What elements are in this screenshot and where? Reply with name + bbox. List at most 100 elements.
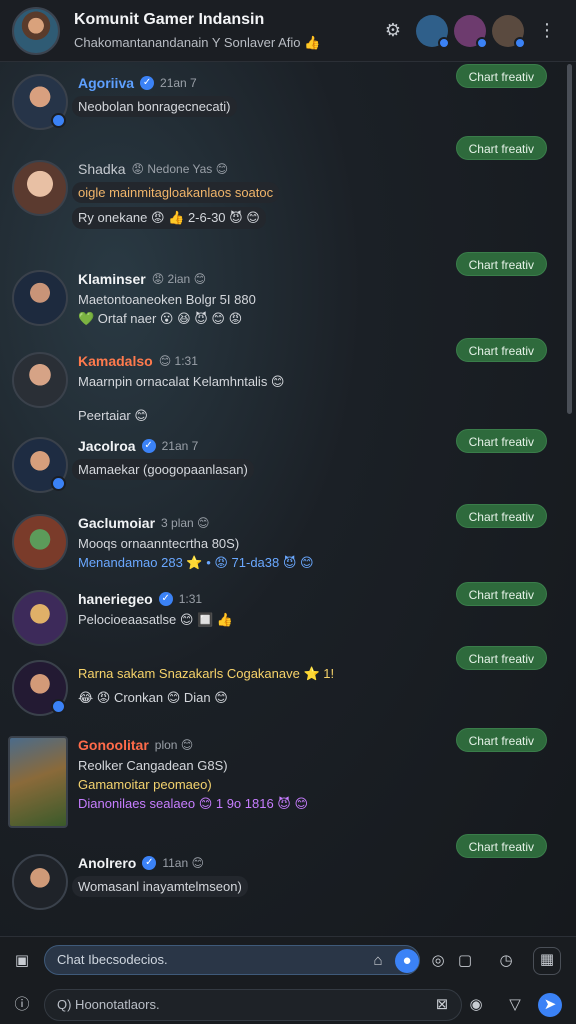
username[interactable]: Agoriiva (78, 75, 134, 91)
user-avatar[interactable] (12, 660, 68, 716)
user-avatar[interactable] (12, 854, 68, 910)
group-subtitle: Chakomantanandanain Y Sonlaver Afio 👍 (74, 34, 321, 50)
timestamp: 😡 Nedone Yas 😊 (131, 162, 229, 176)
online-badge-icon (476, 36, 488, 49)
message-content: Klaminser 😡 2ian 😊 Maetontoaneoken Bolgr… (78, 270, 448, 327)
camera-icon[interactable]: ⌂ (366, 949, 390, 973)
member-avatar-2[interactable] (454, 14, 488, 49)
username[interactable]: Gaclumoiar (78, 515, 155, 531)
chat-creative-button[interactable]: Chart freativ (455, 728, 547, 752)
more-options-icon[interactable]: ⋮ (530, 14, 564, 48)
chat-creative-button[interactable]: Chart freativ (455, 338, 547, 362)
timestamp: 😡 2ian 😊 (151, 272, 207, 286)
username[interactable]: haneriegeo (78, 591, 153, 607)
message-content: Gonoolitar plon 😊 Reolker Cangadean G8S)… (78, 736, 448, 812)
message-header: Anolrero ✓ 11an 😊 (78, 854, 448, 872)
message-content: Jacolroa ✓ 21an 7 Mamaekar (googopaanlas… (72, 437, 448, 480)
attach-icon[interactable]: ▣ (10, 949, 34, 973)
message-content: Rarna sakam Snazakarls Cogakanave ⭐ 1! 😂… (78, 660, 448, 706)
message-header: Gonoolitar plon 😊 (78, 736, 448, 754)
message-item: Gonoolitar plon 😊 Reolker Cangadean G8S)… (8, 728, 562, 836)
message-header: haneriegeo ✓ 1:31 (78, 590, 448, 608)
message-text: Dianonilaes sealaeo 😊 1 9o 1816 😈 😊 (78, 796, 309, 811)
message-text: oigle mainmitagloakanlaos soatoc (72, 182, 280, 203)
message-content: haneriegeo ✓ 1:31 Pelocioeaasatlse 😊 🔲 👍 (78, 590, 448, 628)
message-item: Klaminser 😡 2ian 😊 Maetontoaneoken Bolgr… (12, 252, 562, 340)
chat-creative-button[interactable]: Chart freativ (455, 834, 547, 858)
message-content: Anolrero ✓ 11an 😊 Womasanl inayamtelmseo… (72, 854, 448, 897)
message-text: Ry onekane 😡 👍 2-6-30 😈 😊 (72, 207, 266, 229)
message-text: Womasanl inayamtelmseon) (72, 876, 248, 897)
user-avatar[interactable] (8, 736, 68, 828)
timestamp: plon 😊 (154, 738, 194, 752)
filter-icon[interactable]: ▽ (503, 993, 527, 1017)
message-item: Kamadalso 😊 1:31 Maarnpin ornacalat Kela… (12, 338, 562, 432)
message-text: Neobolan bonragecnecati) (72, 96, 237, 117)
message-item: Rarna sakam Snazakarls Cogakanave ⭐ 1! 😂… (12, 646, 562, 720)
message-text: Mooqs ornaanntecrtha 80S) (78, 536, 240, 551)
user-avatar[interactable] (12, 270, 68, 326)
username[interactable]: Anolrero (78, 855, 136, 871)
message-text: Gamamoitar peomaeo) (78, 777, 212, 792)
user-avatar[interactable] (12, 352, 68, 408)
member-avatar-1[interactable] (416, 14, 450, 49)
verified-icon: ✓ (140, 76, 155, 90)
verified-badge-icon (51, 476, 66, 491)
search-input[interactable]: Q) Hoonotatlaors. (44, 989, 462, 1021)
chat-creative-button[interactable]: Chart freativ (455, 429, 547, 453)
chat-creative-button[interactable]: Chart freativ (455, 582, 547, 606)
group-title: Komunit Gamer Indansin (74, 10, 265, 28)
message-header: Shadka 😡 Nedone Yas 😊 (78, 160, 448, 178)
message-input[interactable]: Chat Ibecsodecios. (44, 945, 420, 975)
username[interactable]: Kamadalso (78, 353, 153, 369)
message-content: Gaclumoiar 3 plan 😊 Mooqs ornaanntecrtha… (78, 514, 448, 571)
chat-creative-button[interactable]: Chart freativ (455, 252, 547, 276)
info-icon[interactable]: ⓘ (10, 993, 34, 1017)
composer: ▣ Chat Ibecsodecios. ⌂ ● ◎ ▢ ◷ ▦ ⓘ Q) Ho… (0, 936, 576, 1024)
timestamp: 1:31 (178, 592, 203, 606)
username[interactable]: Klaminser (78, 271, 146, 287)
message-text: Reolker Cangadean G8S) (78, 758, 228, 773)
sticker-icon[interactable]: ▢ (453, 949, 477, 973)
header-titles: Komunit Gamer Indansin Chakomantanandana… (74, 11, 376, 51)
timer-icon[interactable]: ◷ (494, 949, 518, 973)
user-avatar[interactable] (12, 514, 68, 570)
message-header: Klaminser 😡 2ian 😊 (78, 270, 448, 288)
header-actions: ⚙ ⋮ (376, 14, 564, 49)
user-avatar[interactable] (12, 160, 68, 216)
message-item: haneriegeo ✓ 1:31 Pelocioeaasatlse 😊 🔲 👍… (12, 582, 562, 650)
group-avatar[interactable] (12, 6, 60, 55)
username[interactable]: Jacolroa (78, 438, 136, 454)
timestamp: 21an 7 (161, 439, 199, 453)
verified-badge-icon (51, 113, 66, 128)
emoji-icon[interactable]: ◎ (426, 949, 450, 973)
username[interactable]: Gonoolitar (78, 737, 149, 753)
message-header: Kamadalso 😊 1:31 (78, 352, 448, 370)
chat-creative-button[interactable]: Chart freativ (455, 64, 547, 88)
message-text: Maarnpin ornacalat Kelamhntalis 😊 (78, 374, 285, 389)
chat-creative-button[interactable]: Chart freativ (455, 646, 547, 670)
message-text: Mamaekar (googopaanlasan) (72, 459, 254, 480)
message-text: Peertaiar 😊 (78, 408, 148, 423)
user-avatar[interactable] (12, 437, 68, 493)
message-feed[interactable]: Agoriiva ✓ 21an 7 Neobolan bonragecnecat… (0, 62, 566, 936)
username[interactable]: Shadka (78, 161, 125, 177)
send-icon[interactable]: ➤ (538, 993, 562, 1017)
settings-gear-icon[interactable]: ⚙ (376, 14, 410, 48)
message-content: Kamadalso 😊 1:31 Maarnpin ornacalat Kela… (78, 352, 448, 424)
gallery-icon[interactable]: ▦ (533, 947, 561, 975)
chat-creative-button[interactable]: Chart freativ (455, 504, 547, 528)
location-pin-icon[interactable]: ● (395, 949, 419, 973)
message-text: 😂 😡 Cronkan 😊 Dian 😊 (78, 690, 228, 705)
message-text: 💚 Ortaf naer 😮 😆 😈 😊 😡 (78, 311, 243, 326)
verified-icon: ✓ (142, 856, 157, 870)
message-item: Jacolroa ✓ 21an 7 Mamaekar (googopaanlas… (12, 429, 562, 507)
user-avatar[interactable] (12, 590, 68, 646)
chat-creative-button[interactable]: Chart freativ (455, 136, 547, 160)
clear-icon[interactable]: ⊠ (430, 993, 454, 1017)
user-avatar[interactable] (12, 74, 68, 130)
voice-icon[interactable]: ◉ (464, 993, 488, 1017)
member-avatar-3[interactable] (492, 14, 526, 49)
feed-scrollbar[interactable] (567, 64, 572, 414)
timestamp: 21an 7 (160, 76, 197, 90)
